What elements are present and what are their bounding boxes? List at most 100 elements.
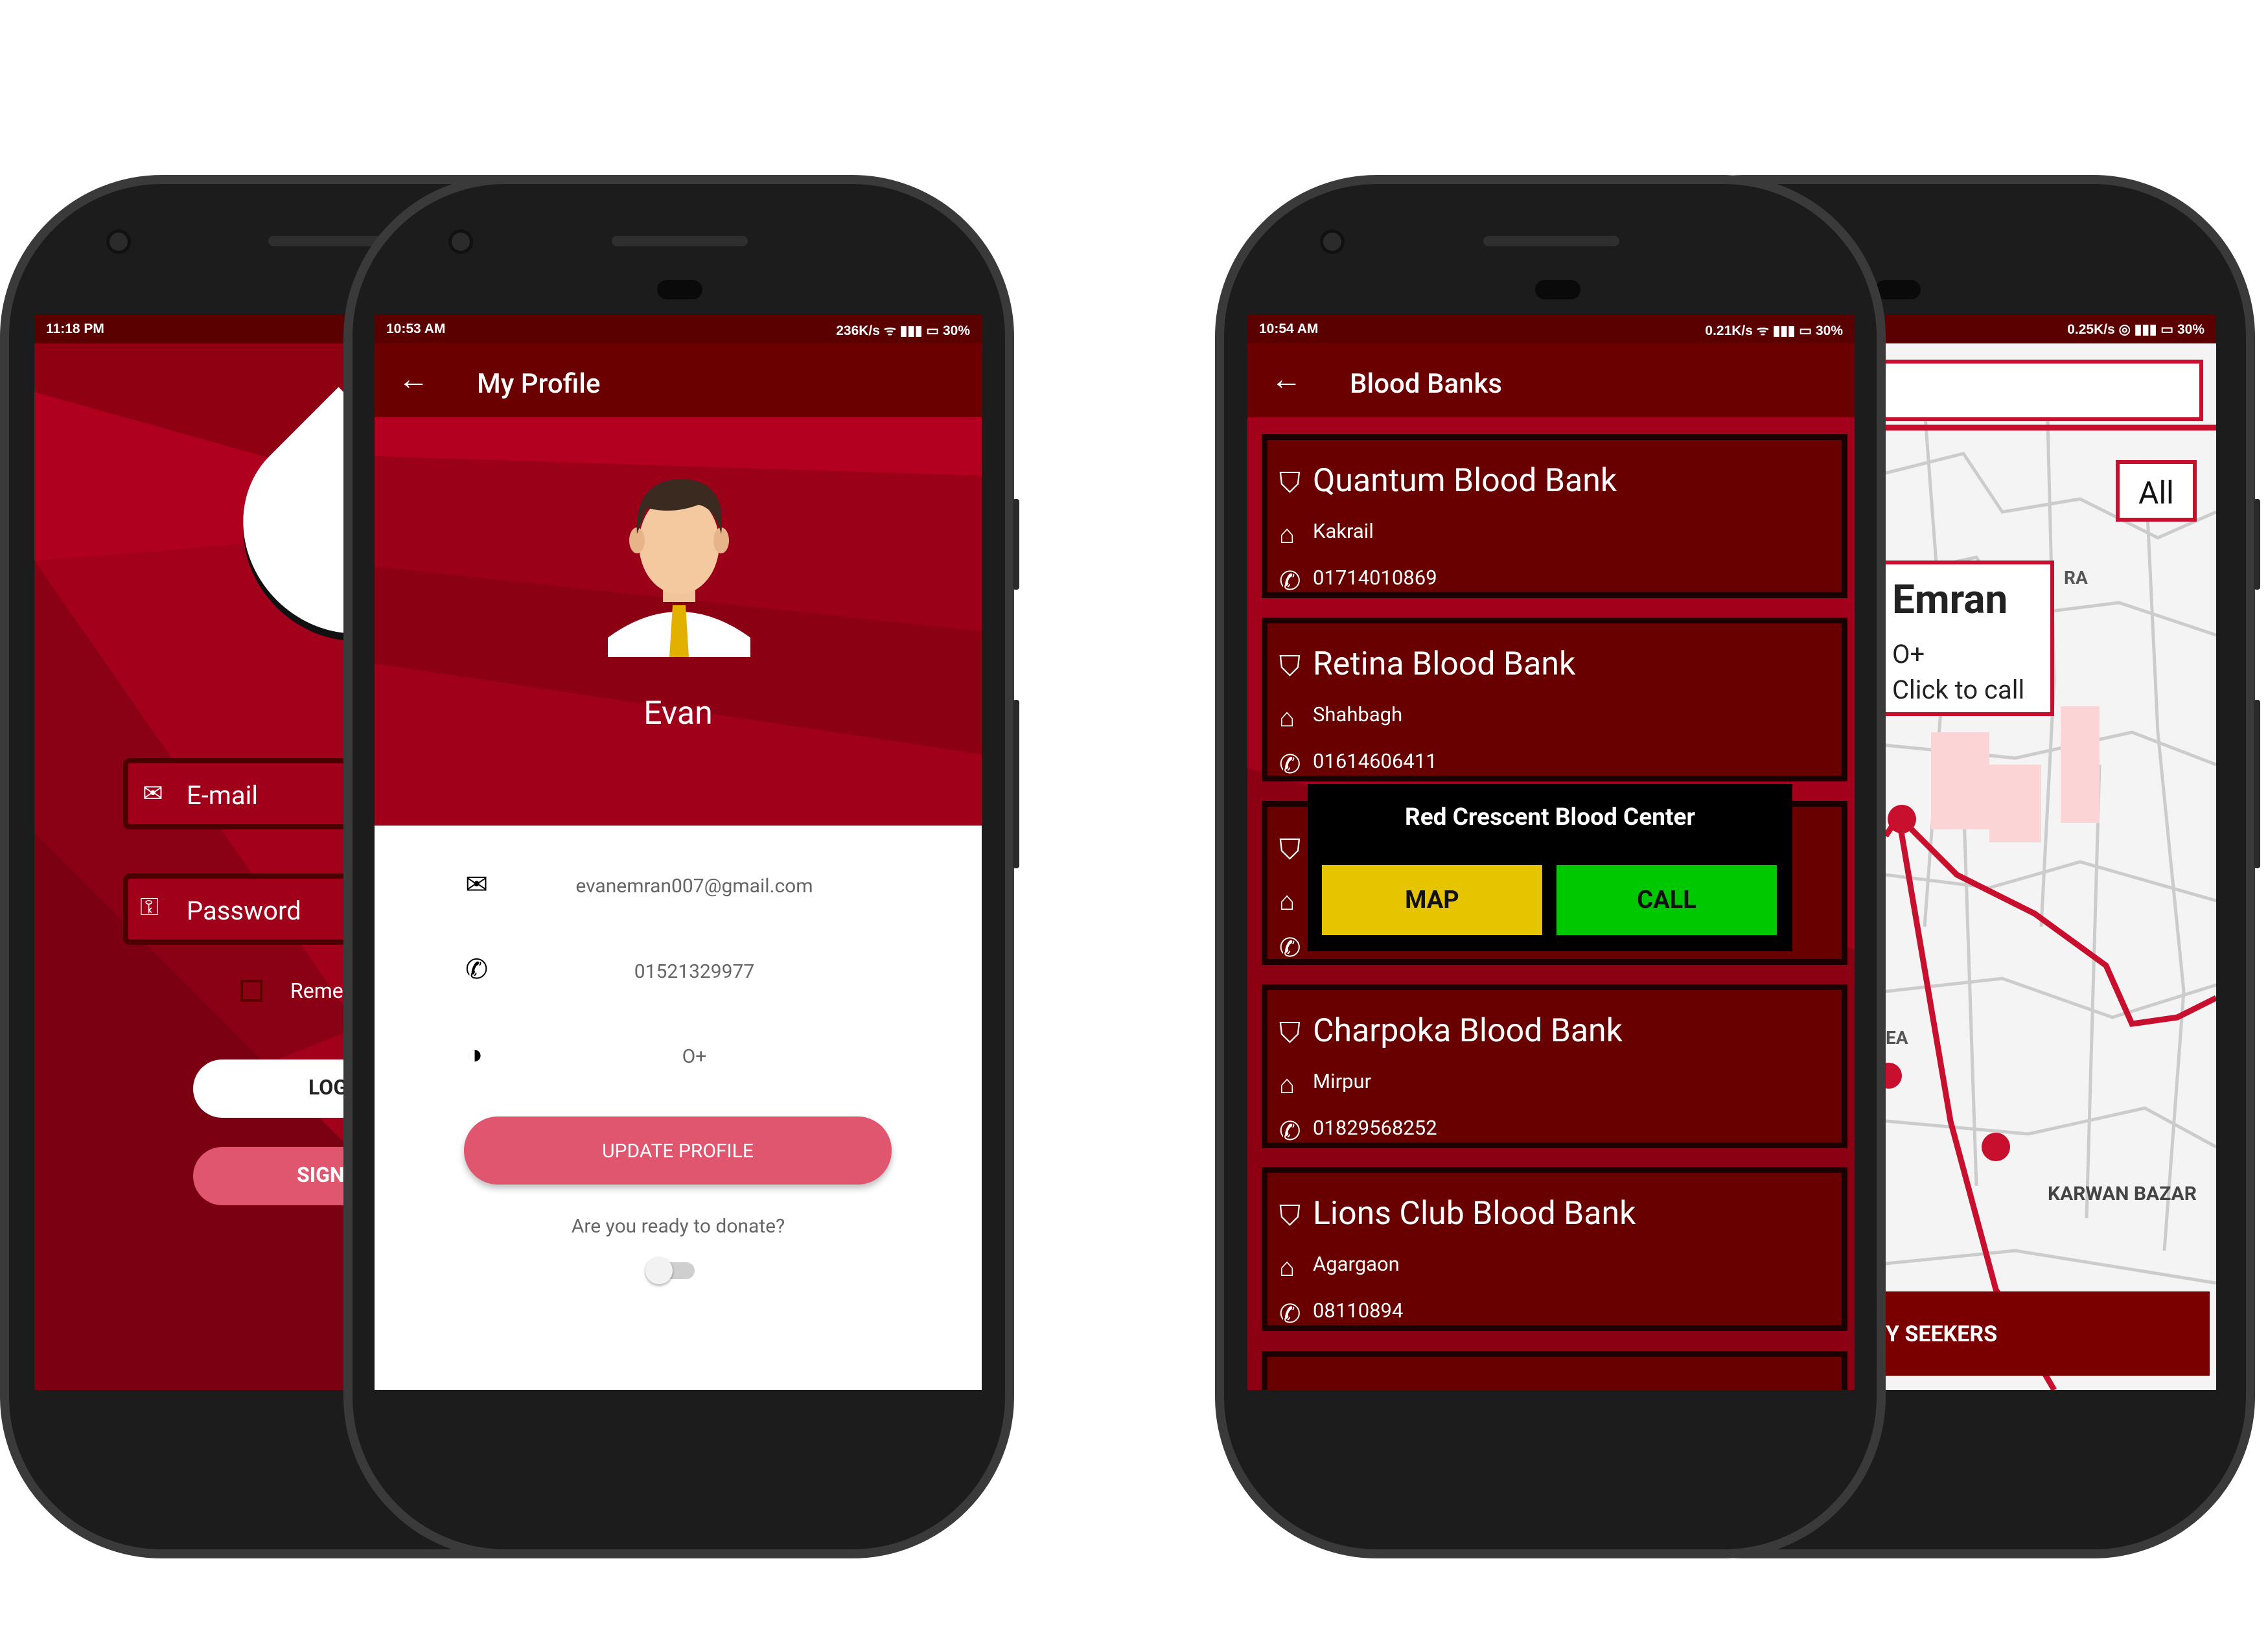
back-arrow-icon[interactable]: ←	[1271, 363, 1302, 395]
phone-icon: ✆	[1279, 1116, 1301, 1146]
phone-icon: ✆	[1279, 1299, 1301, 1329]
back-arrow-icon[interactable]: ←	[398, 363, 429, 395]
front-camera	[1320, 229, 1345, 254]
signup-button[interactable]: SIGN	[193, 1147, 358, 1205]
map-screen: 0.25K/s ◎ ▮▮▮ ▭ 30% RA EA KARWAN BAZAR A…	[1886, 314, 2216, 1390]
phone-icon: ✆	[1279, 749, 1301, 780]
donor-call-hint: Click to call	[1892, 675, 2025, 705]
map-button-label: MAP	[1405, 886, 1459, 914]
password-field[interactable]: ⚿ Password	[123, 873, 358, 945]
proximity-sensor	[657, 280, 702, 299]
call-button[interactable]: CALL	[1556, 865, 1777, 935]
status-bar: 11:18 PM	[34, 314, 358, 343]
bank-name: Retina Blood Bank	[1313, 645, 1576, 683]
home-icon: ⌂	[1279, 1252, 1295, 1282]
verified-shield-icon: ⛉	[1279, 649, 1301, 683]
seekers-label: Y SEEKERS	[1886, 1321, 1998, 1347]
proximity-sensor	[1535, 280, 1580, 299]
status-bar: 10:53 AM 236K/s ᯤ ▮▮▮ ▭ 30%	[375, 314, 982, 343]
page-title: My Profile	[477, 368, 601, 400]
update-profile-label: UPDATE PROFILE	[602, 1140, 754, 1163]
home-icon: ⌂	[1279, 702, 1295, 733]
page-title: Blood Banks	[1350, 368, 1503, 400]
status-indicators: 236K/s ᯤ ▮▮▮ ▭ 30%	[836, 323, 970, 338]
user-name: Evan	[643, 695, 713, 732]
key-icon: ⚿	[140, 893, 159, 921]
verified-shield-icon: ⛉	[1279, 1016, 1301, 1050]
front-camera	[106, 229, 131, 254]
email-placeholder: E-mail	[187, 780, 259, 811]
profile-screen: 10:53 AM 236K/s ᯤ ▮▮▮ ▭ 30% ← My Profile…	[375, 314, 982, 1390]
volume-button	[2254, 499, 2260, 590]
bank-area: Kakrail	[1313, 519, 1374, 543]
blood-bank-card[interactable]: ⛉ Lions Club Blood Bank ⌂ Agargaon ✆ 081…	[1262, 1167, 1847, 1331]
map-marker-icon	[1982, 1133, 2010, 1161]
map-button[interactable]: MAP	[1322, 865, 1542, 935]
phone-icon: ✆	[1279, 932, 1301, 963]
blood-bank-card[interactable]: ⛉ Charpoka Blood Bank ⌂ Mirpur ✆ 0182956…	[1262, 984, 1847, 1148]
phone-icon: ✆	[1279, 566, 1301, 596]
earpiece-speaker	[612, 236, 748, 246]
bank-name: Quantum Blood Bank	[1313, 462, 1617, 500]
map-label-area: EA	[1886, 1027, 1908, 1048]
seekers-button[interactable]: Y SEEKERS	[1886, 1291, 2210, 1376]
app-bar: ← Blood Banks	[1247, 343, 1855, 417]
status-time: 11:18 PM	[46, 321, 104, 336]
donate-toggle[interactable]	[645, 1257, 695, 1284]
login-label: LOG	[308, 1075, 348, 1100]
bank-area: Mirpur	[1313, 1069, 1372, 1093]
home-icon: ⌂	[1279, 519, 1295, 549]
bank-phone: 08110894	[1313, 1299, 1404, 1323]
map-search-box[interactable]	[1886, 360, 2203, 421]
donor-name: Emran	[1892, 576, 2008, 623]
login-screen: 11:18 PM ✉ E-mail ⚿ Password Reme LOG SI…	[34, 314, 358, 1390]
profile-email: evanemran007@gmail.com	[575, 875, 813, 897]
map-label-ra: RA	[2064, 567, 2088, 588]
earpiece-speaker	[1483, 236, 1619, 246]
filter-all-button[interactable]: All	[2116, 460, 2197, 522]
map-marker-icon	[1888, 805, 1916, 833]
call-button-label: CALL	[1637, 886, 1696, 914]
remember-label: Reme	[290, 978, 343, 1003]
front-camera	[448, 229, 473, 254]
status-indicators: 0.21K/s ᯤ ▮▮▮ ▭ 30%	[1705, 323, 1843, 338]
status-bar: 0.25K/s ◎ ▮▮▮ ▭ 30%	[1886, 314, 2216, 343]
app-bar: ← My Profile	[375, 343, 982, 417]
bank-area: Shahbagh	[1313, 702, 1403, 726]
blood-bank-card[interactable]: ⛉ Quantum Blood Bank ⌂ Kakrail ✆ 0171401…	[1262, 434, 1847, 598]
signup-label: SIGN	[297, 1163, 345, 1187]
volume-button	[1013, 499, 1019, 590]
update-profile-button[interactable]: UPDATE PROFILE	[464, 1116, 892, 1185]
status-time: 10:54 AM	[1259, 321, 1319, 336]
verified-shield-icon: ⛉	[1279, 1199, 1301, 1232]
map-label-karwan-bazar: KARWAN BAZAR	[2048, 1183, 2197, 1205]
blood-banks-screen: 10:54 AM 0.21K/s ᯤ ▮▮▮ ▭ 30% ← Blood Ban…	[1247, 314, 1855, 1390]
mail-icon: ✉	[143, 780, 163, 808]
remember-checkbox[interactable]	[240, 980, 262, 1002]
profile-blood-group: O+	[682, 1045, 707, 1068]
dialog-title: Red Crescent Blood Center	[1404, 804, 1695, 831]
donor-blood-group: O+	[1892, 639, 1925, 669]
status-bar: 10:54 AM 0.21K/s ᯤ ▮▮▮ ▭ 30%	[1247, 314, 1855, 343]
profile-header: Evan	[375, 417, 982, 826]
donor-info-window[interactable]: Emran O+ Click to call	[1886, 561, 2054, 716]
proximity-sensor	[1875, 280, 1921, 299]
blood-bank-card[interactable]: ⛉ Retina Blood Bank ⌂ Shahbagh ✆ 0161460…	[1262, 618, 1847, 781]
bank-phone: 01614606411	[1313, 749, 1437, 773]
password-placeholder: Password	[187, 896, 301, 926]
bank-area: Agargaon	[1313, 1252, 1400, 1276]
bank-phone: 01714010869	[1313, 566, 1437, 590]
donate-question: Are you ready to donate?	[571, 1215, 785, 1238]
power-button	[2254, 700, 2260, 868]
bank-name: Charpoka Blood Bank	[1313, 1012, 1623, 1050]
toggle-thumb	[645, 1257, 673, 1284]
login-button[interactable]: LOG	[193, 1059, 358, 1118]
status-time: 10:53 AM	[386, 321, 446, 336]
status-indicators: 0.25K/s ◎ ▮▮▮ ▭ 30%	[2067, 322, 2204, 337]
avatar	[608, 479, 750, 657]
email-field[interactable]: ✉ E-mail	[123, 758, 358, 829]
verified-shield-icon: ⛉	[1279, 466, 1301, 500]
blood-bank-card[interactable]	[1262, 1351, 1847, 1390]
action-dialog: Red Crescent Blood Center MAP CALL	[1308, 784, 1792, 951]
verified-shield-icon: ⛉	[1279, 833, 1301, 866]
